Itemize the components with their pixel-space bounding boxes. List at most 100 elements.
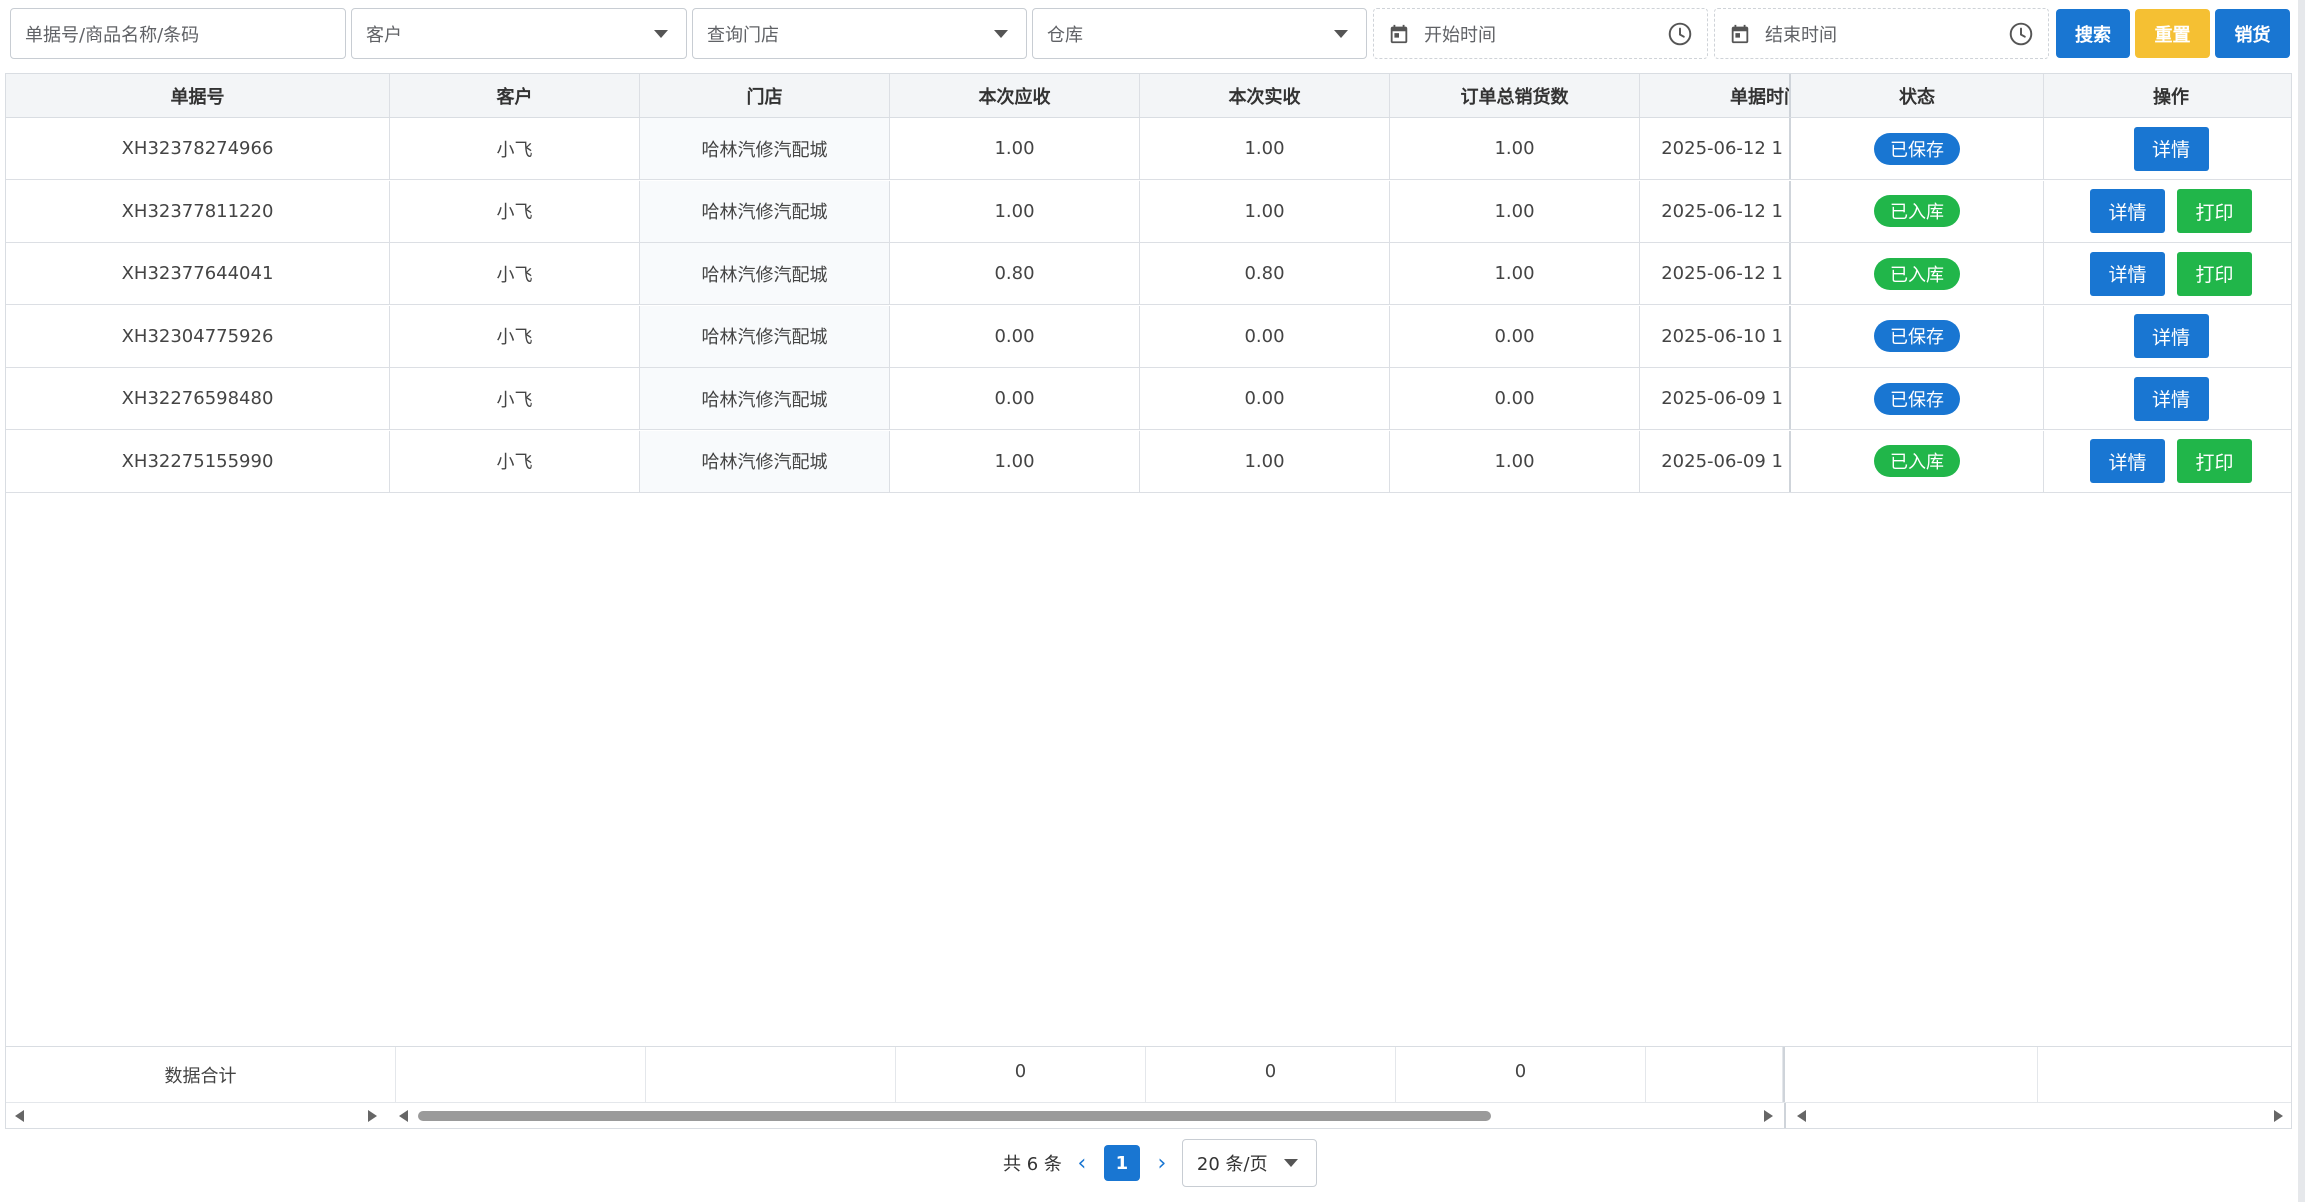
cell-store: 哈林汽修汽配城 — [640, 368, 890, 429]
detail-button[interactable]: 详情 — [2090, 439, 2165, 483]
header-order-no[interactable]: 单据号 — [6, 74, 390, 117]
horizontal-scrollbar-row[interactable] — [6, 1102, 2291, 1128]
summary-row: 数据合计 0 0 0 — [6, 1046, 2291, 1103]
pagination: 共 6 条 ‹ 1 › 20 条/页 — [1003, 1138, 1317, 1188]
cell-total-qty: 1.00 — [1390, 180, 1640, 242]
cell-status: 已保存 — [1789, 368, 2044, 429]
print-button[interactable]: 打印 — [2177, 251, 2252, 296]
cell-store: 哈林汽修汽配城 — [640, 118, 890, 179]
print-button[interactable]: 打印 — [2177, 439, 2252, 483]
page-number-current[interactable]: 1 — [1103, 1145, 1140, 1181]
cell-store: 哈林汽修汽配城 — [640, 243, 890, 304]
summary-total-qty: 0 — [1396, 1047, 1646, 1103]
cell-actions: 详情 — [2044, 118, 2291, 179]
cell-status: 已保存 — [1789, 118, 2044, 179]
cell-customer: 小飞 — [390, 305, 640, 367]
cell-customer: 小飞 — [390, 430, 640, 492]
end-time-picker[interactable]: 结束时间 — [1714, 8, 2049, 59]
cell-received: 1.00 — [1140, 430, 1390, 492]
cell-order-no: XH32377644041 — [6, 243, 390, 304]
chevron-down-icon — [994, 29, 1008, 38]
scrollbar-thumb[interactable] — [418, 1111, 1491, 1121]
cell-customer: 小飞 — [390, 118, 640, 179]
cell-order-time: 2025-06-09 1 — [1640, 368, 1790, 429]
search-input-placeholder: 单据号/商品名称/条码 — [25, 24, 200, 46]
cell-receivable: 0.00 — [890, 305, 1140, 367]
warehouse-select[interactable]: 仓库 — [1032, 8, 1367, 59]
cell-store: 哈林汽修汽配城 — [640, 180, 890, 242]
summary-receivable: 0 — [896, 1047, 1146, 1103]
customer-select[interactable]: 客户 — [351, 8, 687, 59]
table-row[interactable]: XH32377644041 小飞 哈林汽修汽配城 0.80 0.80 1.00 2025-0… — [6, 243, 2291, 305]
detail-button[interactable]: 详情 — [2133, 376, 2209, 421]
store-select[interactable]: 查询门店 — [692, 8, 1027, 59]
cell-actions: 详情 — [2044, 368, 2291, 429]
sale-button[interactable]: 销货 — [2215, 9, 2290, 58]
table-row[interactable]: XH32275155990 小飞 哈林汽修汽配城 1.00 1.00 1.00 2025-0… — [6, 430, 2291, 493]
cell-receivable: 1.00 — [890, 430, 1140, 492]
summary-cell — [2038, 1047, 2291, 1103]
calendar-icon — [1390, 24, 1408, 43]
start-time-picker[interactable]: 开始时间 — [1373, 8, 1708, 59]
header-store[interactable]: 门店 — [640, 74, 890, 117]
cell-order-time: 2025-06-10 1 — [1640, 305, 1790, 367]
summary-cell — [1783, 1047, 2038, 1103]
table-header: 单据号 客户 门店 本次应收 本次实收 订单总销货数 单据时间 状态 操作 — [6, 74, 2291, 118]
table-row[interactable]: XH32378274966 小飞 哈林汽修汽配城 1.00 1.00 1.00 2025-0… — [6, 118, 2291, 180]
reset-button[interactable]: 重置 — [2135, 9, 2210, 58]
cell-total-qty: 0.00 — [1390, 305, 1640, 367]
page-size-select[interactable]: 20 条/页 — [1181, 1139, 1317, 1187]
status-badge: 已保存 — [1874, 320, 1960, 352]
scroll-right-icon[interactable] — [1764, 1110, 1773, 1122]
table-row[interactable]: XH32304775926 小飞 哈林汽修汽配城 0.00 0.00 0.00 2025-0… — [6, 305, 2291, 368]
header-receivable[interactable]: 本次应收 — [890, 74, 1140, 117]
header-actions: 操作 — [2153, 86, 2189, 108]
scroll-right-icon[interactable] — [368, 1110, 377, 1122]
cell-status: 已入库 — [1789, 180, 2044, 242]
cell-actions: 详情 打印 — [2044, 243, 2291, 304]
header-received[interactable]: 本次实收 — [1140, 74, 1390, 117]
warehouse-select-placeholder: 仓库 — [1047, 24, 1083, 46]
cell-order-no: XH32276598480 — [6, 368, 390, 429]
page-size-value: 20 条/页 — [1196, 1154, 1268, 1175]
cell-status: 已保存 — [1789, 305, 2044, 367]
scroll-left-icon[interactable] — [1797, 1110, 1806, 1122]
header-status[interactable]: 状态 — [1789, 74, 2044, 117]
cell-received: 0.00 — [1140, 368, 1390, 429]
detail-button[interactable]: 详情 — [2090, 251, 2165, 296]
header-order-time[interactable]: 单据时间 — [1640, 74, 1790, 117]
header-total-qty[interactable]: 订单总销货数 — [1390, 74, 1640, 117]
cell-received: 0.80 — [1140, 243, 1390, 304]
header-customer[interactable]: 客户 — [390, 74, 640, 117]
end-time-placeholder: 结束时间 — [1765, 24, 1837, 46]
status-badge: 已保存 — [1874, 382, 1960, 415]
table-row[interactable]: XH32377811220 小飞 哈林汽修汽配城 1.00 1.00 1.00 2025-0… — [6, 180, 2291, 243]
scroll-left-icon[interactable] — [15, 1110, 24, 1122]
summary-label: 数据合计 — [6, 1047, 396, 1103]
cell-order-time: 2025-06-12 1 — [1640, 180, 1790, 242]
prev-page-icon[interactable]: ‹ — [1070, 1151, 1094, 1176]
cell-received: 1.00 — [1140, 118, 1390, 179]
cell-order-time: 2025-06-09 1 — [1640, 430, 1790, 492]
detail-button[interactable]: 详情 — [2133, 126, 2209, 171]
cell-customer: 小飞 — [390, 243, 640, 304]
pagination-total: 共 6 条 — [1003, 1154, 1062, 1175]
next-page-icon[interactable]: › — [1150, 1151, 1174, 1176]
detail-button[interactable]: 详情 — [2133, 314, 2209, 358]
scroll-right-icon[interactable] — [2274, 1110, 2283, 1122]
detail-button[interactable]: 详情 — [2090, 189, 2165, 233]
table-row[interactable]: XH32276598480 小飞 哈林汽修汽配城 0.00 0.00 0.00 2025-0… — [6, 368, 2291, 430]
search-button[interactable]: 搜索 — [2056, 9, 2130, 58]
cell-total-qty: 1.00 — [1390, 118, 1640, 179]
action-group: 详情 — [2133, 376, 2209, 421]
status-badge: 已保存 — [1874, 132, 1960, 165]
customer-select-placeholder: 客户 — [366, 24, 402, 46]
action-group: 详情 打印 — [2090, 189, 2252, 233]
search-input[interactable]: 单据号/商品名称/条码 — [10, 8, 346, 59]
chevron-down-icon — [654, 29, 668, 38]
calendar-icon — [1731, 24, 1749, 43]
scroll-left-icon[interactable] — [399, 1110, 408, 1122]
cell-receivable: 0.00 — [890, 368, 1140, 429]
summary-received: 0 — [1146, 1047, 1396, 1103]
print-button[interactable]: 打印 — [2177, 189, 2252, 233]
